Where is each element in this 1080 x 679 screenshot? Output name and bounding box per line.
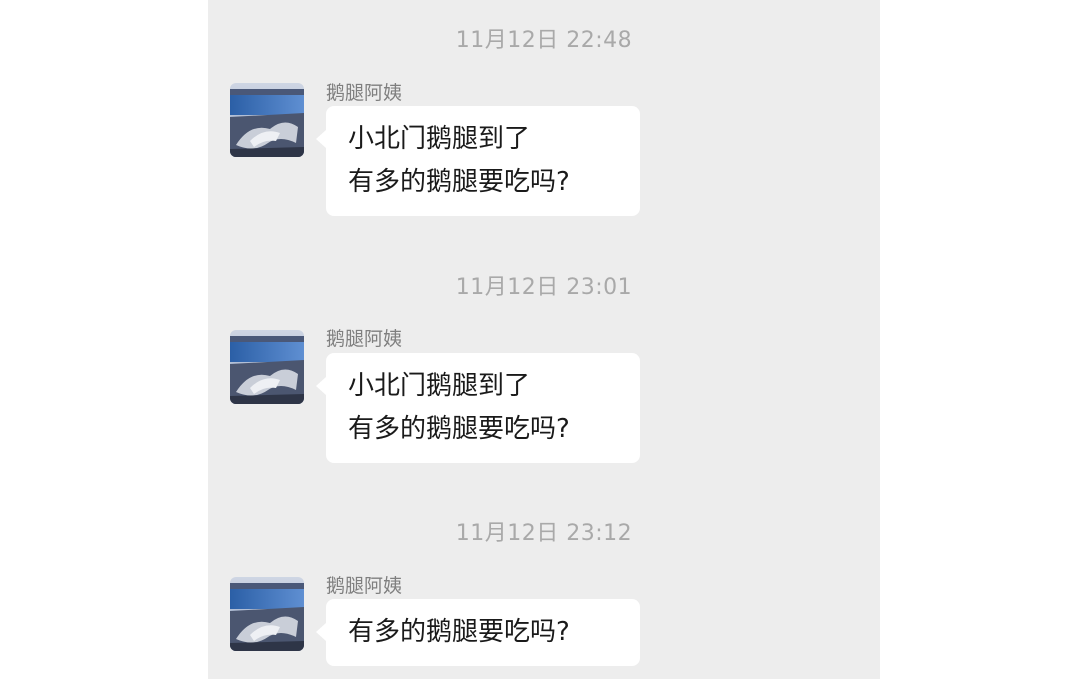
message-bubble[interactable]: 小北门鹅腿到了 有多的鹅腿要吃吗? [316, 106, 640, 216]
message-timestamp: 11月12日 23:01 [455, 275, 633, 300]
message-text-line: 小北门鹅腿到了 [348, 371, 531, 401]
landscape-photo-avatar-icon [230, 330, 304, 404]
message-timestamp: 11月12日 23:12 [455, 521, 633, 546]
message-text-line: 小北门鹅腿到了 [348, 124, 531, 154]
landscape-photo-avatar-icon [230, 83, 304, 157]
message-text-line: 有多的鹅腿要吃吗? [348, 414, 570, 444]
sender-name: 鹅腿阿姨 [326, 575, 403, 597]
sender-avatar[interactable] [230, 83, 304, 157]
sender-name: 鹅腿阿姨 [326, 82, 403, 104]
sender-name: 鹅腿阿姨 [326, 328, 403, 350]
landscape-photo-avatar-icon [230, 577, 304, 651]
message-text-line: 有多的鹅腿要吃吗? [348, 167, 570, 197]
message-bubble[interactable]: 有多的鹅腿要吃吗? [316, 599, 640, 666]
message-timestamp: 11月12日 22:48 [455, 28, 633, 53]
chat-panel[interactable]: 11月12日 22:48 鹅腿阿姨 小北门鹅腿到了 有多的鹅腿要吃吗? 11月1… [208, 0, 880, 679]
sender-avatar[interactable] [230, 330, 304, 404]
message-text-line: 有多的鹅腿要吃吗? [348, 617, 570, 647]
message-bubble[interactable]: 小北门鹅腿到了 有多的鹅腿要吃吗? [316, 353, 640, 463]
sender-avatar[interactable] [230, 577, 304, 651]
